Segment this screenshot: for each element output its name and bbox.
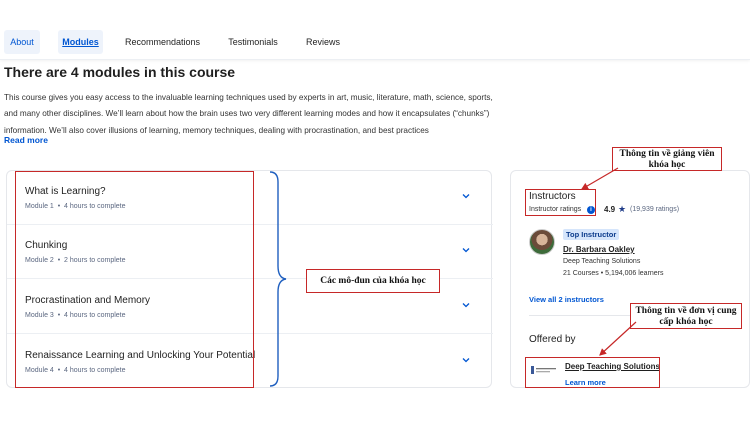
tab-testimonials[interactable]: Testimonials — [222, 30, 284, 54]
view-all-instructors-link[interactable]: View all 2 instructors — [529, 295, 604, 304]
rating-count: (19,939 ratings) — [630, 206, 680, 213]
avatar[interactable] — [529, 229, 555, 255]
tab-recommendations[interactable]: Recommendations — [120, 30, 205, 54]
tab-reviews[interactable]: Reviews — [302, 30, 344, 54]
tab-modules[interactable]: Modules — [58, 30, 103, 54]
modules-annotation-box — [15, 171, 254, 388]
star-icon: ★ — [618, 204, 627, 214]
modules-callout: Các mô-đun của khóa học — [306, 269, 440, 293]
tab-about[interactable]: About — [4, 30, 40, 54]
rating-value: 4.9 — [604, 205, 616, 214]
instructor-callout: Thông tin về giảng viên khóa học — [612, 147, 722, 171]
read-more-link[interactable]: Read more — [4, 135, 48, 145]
instructor-name-link[interactable]: Dr. Barbara Oakley — [563, 245, 635, 254]
instructor-stats: 21 Courses • 5,194,006 learners — [563, 270, 664, 277]
chevron-down-icon[interactable] — [461, 355, 471, 365]
chevron-down-icon[interactable] — [461, 191, 471, 201]
offered-by-heading: Offered by — [529, 334, 576, 345]
chevron-down-icon[interactable] — [461, 300, 471, 310]
provider-callout: Thông tin về đơn vị cung cấp khóa học — [630, 303, 742, 329]
top-instructor-badge: Top Instructor — [563, 229, 620, 240]
course-description: This course gives you easy access to the… — [4, 93, 493, 135]
instructor-org: Deep Teaching Solutions — [563, 258, 641, 265]
page-title: There are 4 modules in this course — [4, 64, 236, 80]
instructor-annotation-box — [525, 189, 596, 216]
course-nav-bar: About Modules Recommendations Testimonia… — [0, 0, 750, 60]
provider-annotation-box — [525, 357, 660, 388]
chevron-down-icon[interactable] — [461, 245, 471, 255]
curly-brace-icon — [269, 171, 287, 387]
